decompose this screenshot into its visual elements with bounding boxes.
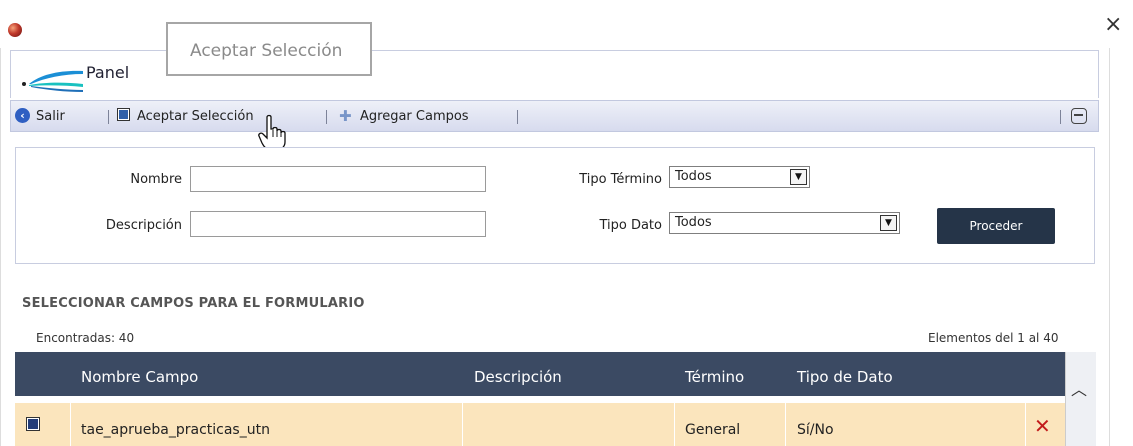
toolbar-separator — [326, 110, 327, 124]
add-fields-button[interactable]: Agregar Campos — [360, 109, 469, 124]
toolbar-separator — [517, 110, 518, 124]
print-icon[interactable] — [1071, 108, 1087, 124]
term-type-select[interactable]: Todos ▼ — [669, 166, 810, 188]
cell-divider — [462, 403, 463, 446]
proceed-button[interactable]: Proceder — [937, 208, 1055, 244]
column-header-name[interactable]: Nombre Campo — [81, 368, 198, 386]
data-type-label: Tipo Dato — [599, 218, 662, 233]
column-header-description[interactable]: Descripción — [474, 368, 562, 386]
cell-divider — [70, 403, 71, 446]
cell-divider — [1025, 403, 1026, 446]
description-input[interactable] — [190, 211, 486, 237]
window-status-icon — [8, 23, 22, 37]
panel-title: Panel — [86, 63, 130, 82]
column-header-term[interactable]: Término — [685, 368, 744, 386]
delete-icon[interactable]: ✕ — [1034, 414, 1051, 438]
exit-button[interactable]: Salir — [36, 109, 65, 124]
close-icon[interactable]: × — [1104, 14, 1122, 36]
data-type-select[interactable]: Todos ▼ — [669, 212, 900, 234]
toolbar-separator — [108, 110, 109, 124]
chevron-down-icon[interactable]: ▼ — [790, 169, 807, 185]
cell-term: General — [685, 422, 741, 438]
cell-data-type: Sí/No — [797, 422, 834, 438]
panel-logo-icon — [22, 70, 83, 92]
column-header-data-type[interactable]: Tipo de Dato — [797, 368, 893, 386]
tooltip: Aceptar Selección — [166, 22, 372, 76]
toolbar-separator — [1060, 110, 1061, 124]
accept-selection-button[interactable]: Aceptar Selección — [137, 109, 254, 124]
exit-icon[interactable]: ‹ — [15, 108, 30, 123]
add-icon[interactable]: ✚ — [339, 109, 352, 124]
cell-divider — [674, 403, 675, 446]
cell-divider — [785, 403, 786, 446]
data-type-value: Todos — [675, 215, 712, 230]
section-title: SELECCIONAR CAMPOS PARA EL FORMULARIO — [22, 296, 365, 311]
description-label: Descripción — [105, 218, 182, 233]
term-type-value: Todos — [675, 169, 712, 184]
filter-panel — [15, 147, 1095, 264]
chevron-down-icon[interactable]: ▼ — [880, 215, 897, 231]
row-checkbox[interactable] — [26, 417, 40, 431]
checkbox-icon[interactable] — [117, 108, 130, 121]
range-indicator: Elementos del 1 al 40 — [928, 331, 1059, 345]
name-label: Nombre — [130, 172, 182, 187]
cell-name: tae_aprueba_practicas_utn — [81, 422, 270, 438]
chevron-up-icon[interactable]: ︿ — [1071, 376, 1087, 400]
found-count: Encontradas: 40 — [36, 331, 135, 345]
term-type-label: Tipo Término — [579, 172, 662, 187]
name-input[interactable] — [190, 166, 486, 192]
